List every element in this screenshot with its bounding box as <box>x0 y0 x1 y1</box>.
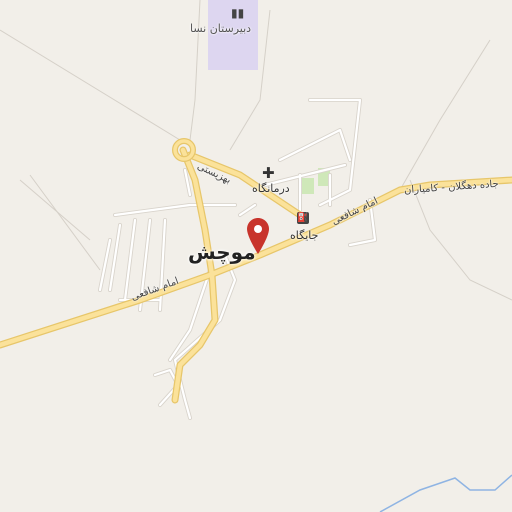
clinic-label: درمانگاه <box>252 182 290 195</box>
map-base-layer <box>0 0 512 512</box>
medical-cross-icon[interactable]: ✚ <box>262 164 275 182</box>
track <box>19 179 91 241</box>
school-icon[interactable]: ▮▮ <box>231 6 244 20</box>
school-label: دبیرستان نسا <box>190 22 252 35</box>
stream <box>379 474 512 512</box>
location-pin-icon[interactable] <box>247 218 269 254</box>
park-area-1 <box>300 178 314 194</box>
station-label: جایگاه <box>290 229 319 242</box>
map-canvas[interactable]: ▮▮ دبیرستان نسا ✚ درمانگاه بهزیستی ⛽ جای… <box>0 0 512 512</box>
fuel-station-icon[interactable]: ⛽ <box>297 212 309 224</box>
track <box>409 179 512 301</box>
track <box>29 174 101 271</box>
track <box>0 29 181 141</box>
track <box>189 0 201 141</box>
track <box>399 39 491 191</box>
town-label: موچش <box>188 240 256 264</box>
